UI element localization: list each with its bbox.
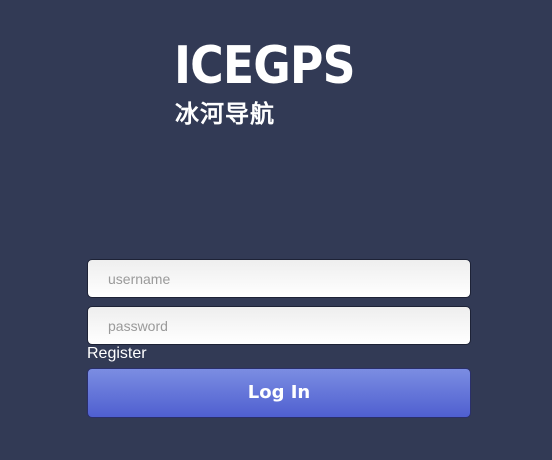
logo-wordmark: ICEGPS xyxy=(174,36,356,96)
login-page: ICEGPS 冰河导航 Register Log In xyxy=(0,0,552,460)
logo-subtitle: 冰河导航 xyxy=(175,100,275,128)
login-button[interactable]: Log In xyxy=(87,368,471,418)
username-input[interactable] xyxy=(87,259,471,298)
register-link[interactable]: Register xyxy=(87,345,147,363)
password-input[interactable] xyxy=(87,306,471,345)
brand-logo: ICEGPS 冰河导航 xyxy=(174,40,394,128)
